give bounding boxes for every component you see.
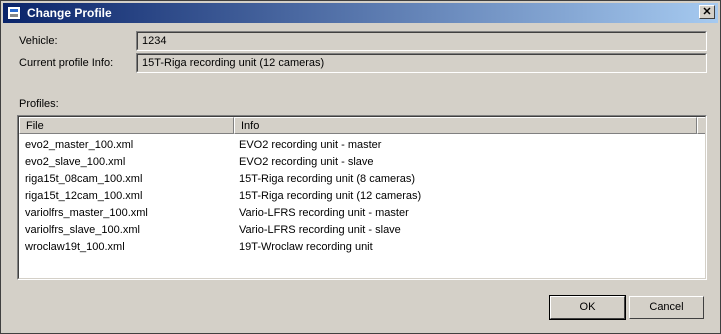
column-header-filler [697,117,705,134]
current-profile-field: 15T-Riga recording unit (12 cameras) [136,53,707,73]
row-file: variolfrs_master_100.xml [25,207,148,219]
row-file: wroclaw19t_100.xml [25,241,125,253]
close-button[interactable]: ✕ [699,5,715,19]
vehicle-label: Vehicle: [19,35,58,47]
table-row[interactable]: evo2_master_100.xml EVO2 recording unit … [19,137,699,154]
window-app-icon [7,6,21,20]
row-info: Vario-LFRS recording unit - master [239,207,409,219]
column-header-info[interactable]: Info [234,117,697,134]
row-file: riga15t_12cam_100.xml [25,190,143,202]
row-info: Vario-LFRS recording unit - slave [239,224,401,236]
table-row[interactable]: variolfrs_master_100.xml Vario-LFRS reco… [19,205,699,222]
change-profile-dialog: Change Profile ✕ Vehicle: 1234 Current p… [0,0,721,334]
column-header-file[interactable]: File [19,117,234,134]
row-file: variolfrs_slave_100.xml [25,224,140,236]
row-info: 15T-Riga recording unit (8 cameras) [239,173,416,185]
profiles-list[interactable]: File Info evo2_master_100.xml EVO2 recor… [17,115,707,280]
title-bar[interactable]: Change Profile ✕ [3,3,718,23]
row-file: evo2_master_100.xml [25,139,134,151]
table-row[interactable]: riga15t_08cam_100.xml 15T-Riga recording… [19,171,699,188]
vehicle-field: 1234 [136,31,707,51]
cancel-button[interactable]: Cancel [629,296,704,319]
profiles-label: Profiles: [19,98,59,110]
table-row[interactable]: evo2_slave_100.xml EVO2 recording unit -… [19,154,699,171]
row-info: EVO2 recording unit - slave [239,156,374,168]
window-title: Change Profile [27,6,112,20]
row-file: riga15t_08cam_100.xml [25,173,143,185]
vehicle-value: 1234 [137,32,706,50]
table-row[interactable]: wroclaw19t_100.xml 19T-Wroclaw recording… [19,239,699,256]
row-info: EVO2 recording unit - master [239,139,382,151]
ok-button[interactable]: OK [549,295,626,320]
table-row[interactable]: variolfrs_slave_100.xml Vario-LFRS recor… [19,222,699,239]
row-info: 19T-Wroclaw recording unit [239,241,373,253]
row-info: 15T-Riga recording unit (12 cameras) [239,190,422,202]
row-file: evo2_slave_100.xml [25,156,126,168]
current-profile-value: 15T-Riga recording unit (12 cameras) [137,54,706,72]
table-row[interactable]: riga15t_12cam_100.xml 15T-Riga recording… [19,188,699,205]
current-profile-label: Current profile Info: [19,57,114,69]
